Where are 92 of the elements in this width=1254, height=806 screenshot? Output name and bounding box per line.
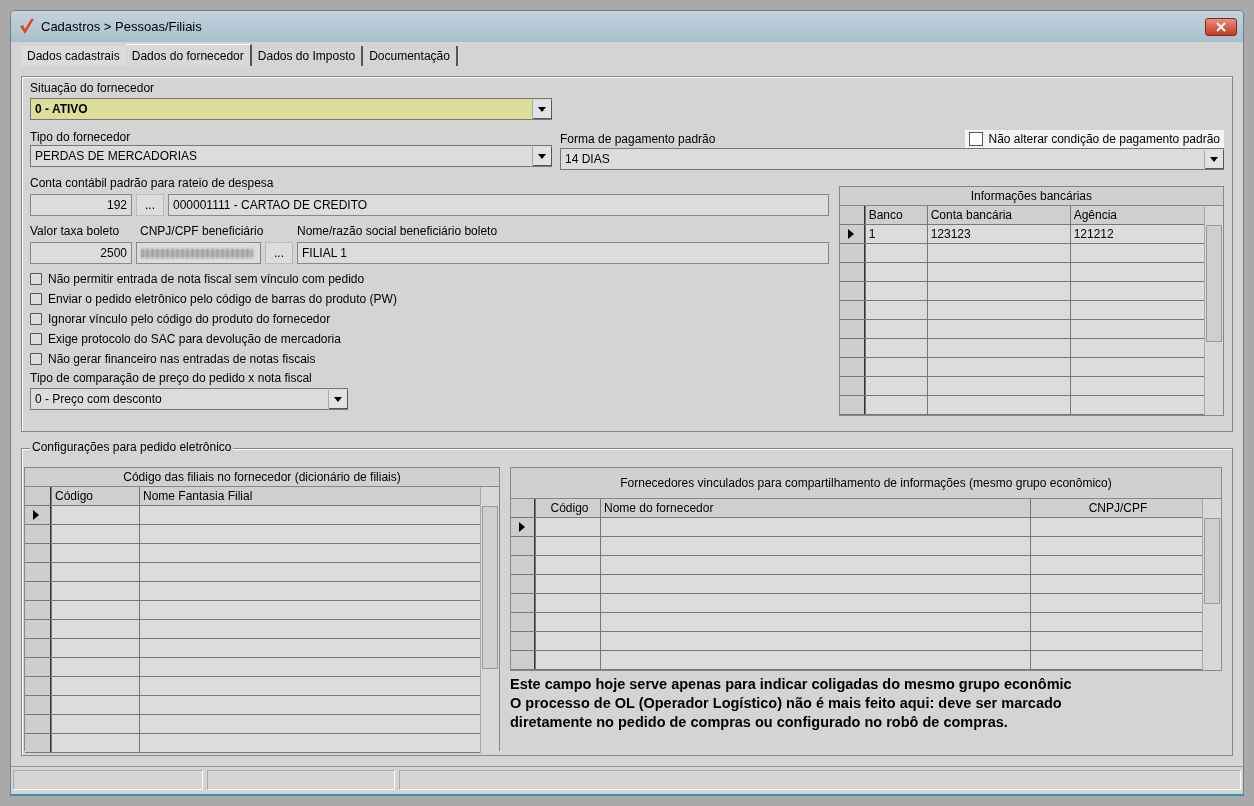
field-label: CNPJ/CPF beneficiário	[140, 224, 265, 239]
field-label: Forma de pagamento padrão	[560, 131, 716, 147]
row-indicator[interactable]	[839, 320, 865, 338]
status-dropdown[interactable]: 0 - ATIVO	[30, 98, 552, 120]
row-indicator[interactable]	[25, 715, 51, 733]
scrollbar[interactable]	[1204, 206, 1223, 415]
dropdown-arrow-icon	[334, 396, 342, 402]
grid-title: Código das filiais no fornecedor (dicionário de filiais)	[25, 468, 499, 487]
tab[interactable]: Dados cadastrais	[21, 46, 126, 66]
row-indicator[interactable]	[839, 358, 865, 376]
payment-condition-checkbox[interactable]: Não alterar condição de pagamento padrão	[964, 130, 1224, 148]
tab[interactable]: Documentação	[363, 46, 458, 66]
row-indicator[interactable]	[25, 696, 51, 714]
column-header[interactable]: Código	[535, 499, 600, 517]
row-indicator[interactable]	[839, 244, 865, 262]
row-indicator[interactable]	[511, 537, 535, 555]
beneficiary-name-field[interactable]: FILIAL 1	[297, 242, 829, 264]
checkbox[interactable]	[30, 293, 42, 305]
scrollbar[interactable]	[1202, 499, 1221, 670]
row-indicator[interactable]	[25, 677, 51, 695]
row-indicator[interactable]	[25, 582, 51, 600]
current-row-icon	[519, 522, 525, 532]
row-indicator[interactable]	[511, 632, 535, 650]
browse-button[interactable]: ...	[265, 242, 293, 264]
browse-button[interactable]: ...	[136, 194, 164, 216]
checkbox[interactable]	[30, 273, 42, 285]
checkbox-option[interactable]: Exige protocolo do SAC para devolução de mercadoria	[30, 329, 829, 349]
row-indicator[interactable]	[511, 613, 535, 631]
checkbox-option[interactable]: Enviar o pedido eletrônico pelo código de barras do produto (PW)	[30, 289, 829, 309]
tab[interactable]: Dados do fornecedor	[125, 44, 252, 66]
supplier-type-dropdown[interactable]: PERDAS DE MERCADORIAS	[30, 145, 552, 167]
row-indicator[interactable]	[839, 396, 865, 414]
dropdown-arrow-icon	[1210, 156, 1218, 162]
row-indicator[interactable]	[25, 563, 51, 581]
checkbox-option[interactable]: Não gerar financeiro nas entradas de notas fiscais	[30, 349, 829, 369]
row-indicator[interactable]	[839, 225, 865, 243]
checkbox[interactable]	[30, 333, 42, 345]
field-label: Nome/razão social beneficiário boleto	[297, 224, 498, 239]
table-cell: 123123	[926, 225, 1070, 243]
row-indicator[interactable]	[25, 734, 51, 752]
checkbox-option[interactable]: Ignorar vínculo pelo código do produto do fornecedor	[30, 309, 829, 329]
row-indicator[interactable]	[511, 651, 535, 669]
row-indicator[interactable]	[25, 639, 51, 657]
payment-dropdown[interactable]: 14 DIAS	[560, 148, 1224, 170]
dropdown-arrow-icon	[538, 106, 546, 112]
close-button[interactable]	[1205, 17, 1237, 36]
scrollbar[interactable]	[480, 487, 499, 753]
blurred-field[interactable]	[136, 242, 261, 264]
table-cell: 1	[864, 225, 927, 243]
column-header[interactable]: Código	[51, 487, 139, 505]
row-indicator[interactable]	[839, 377, 865, 395]
field-label: Conta contábil padrão para rateio de despesa	[30, 176, 275, 191]
row-indicator[interactable]	[511, 575, 535, 593]
row-indicator[interactable]	[511, 518, 535, 536]
tab[interactable]: Dados do Imposto	[251, 46, 364, 66]
row-indicator[interactable]	[25, 658, 51, 676]
column-header[interactable]: Nome do fornecedor	[600, 499, 1030, 517]
price-comparison-dropdown[interactable]: 0 - Preço com desconto	[30, 388, 348, 410]
checkbox[interactable]	[968, 132, 983, 146]
column-header[interactable]: Conta bancária	[926, 206, 1070, 224]
row-indicator[interactable]	[25, 544, 51, 562]
grid-title: Fornecedores vinculados para compartilhamento de informações (mesmo grupo econômico)	[511, 468, 1221, 499]
row-indicator[interactable]	[25, 601, 51, 619]
checkbox[interactable]	[30, 353, 42, 365]
dropdown-arrow-icon	[538, 153, 546, 159]
fee-field[interactable]: 2500	[30, 242, 132, 264]
info-note: Este campo hoje serve apenas para indicar coligadas do mesmo grupo econômic O processo de OL (Operador Logístico) não é mais feito aqui: deve ser marcado diretamente no pedido de compras ou configurado no robô de compras.	[510, 675, 1073, 732]
account-code-field[interactable]: 192	[30, 194, 132, 216]
checkbox[interactable]	[30, 313, 42, 325]
field-label: Situação do fornecedor	[30, 81, 156, 96]
checkbox-option[interactable]: Não permitir entrada de nota fiscal sem vínculo com pedido	[30, 269, 829, 289]
row-indicator[interactable]	[839, 339, 865, 357]
row-indicator[interactable]	[839, 263, 865, 281]
grid-title: Informações bancárias	[839, 187, 1223, 206]
field-label: Valor taxa boleto	[30, 224, 121, 239]
group-title: Configurações para pedido eletrônico	[30, 440, 234, 454]
account-description-field[interactable]: 000001111 - CARTAO DE CREDITO	[168, 194, 829, 216]
row-indicator[interactable]	[25, 525, 51, 543]
field-label: Tipo do fornecedor	[30, 130, 132, 145]
field-label: Tipo de comparação de preço do pedido x nota fiscal	[30, 371, 313, 386]
row-indicator[interactable]	[511, 556, 535, 574]
close-icon	[1216, 21, 1226, 32]
row-indicator[interactable]	[25, 620, 51, 638]
window-title: Cadastros > Pessoas/Filiais	[41, 19, 203, 34]
row-indicator[interactable]	[839, 301, 865, 319]
current-row-icon	[33, 510, 39, 520]
row-indicator[interactable]	[511, 594, 535, 612]
column-header[interactable]: Banco	[864, 206, 927, 224]
checkmark-logo-icon	[19, 17, 35, 36]
row-indicator[interactable]	[839, 282, 865, 300]
current-row-icon	[847, 229, 854, 239]
row-indicator[interactable]	[25, 506, 51, 524]
